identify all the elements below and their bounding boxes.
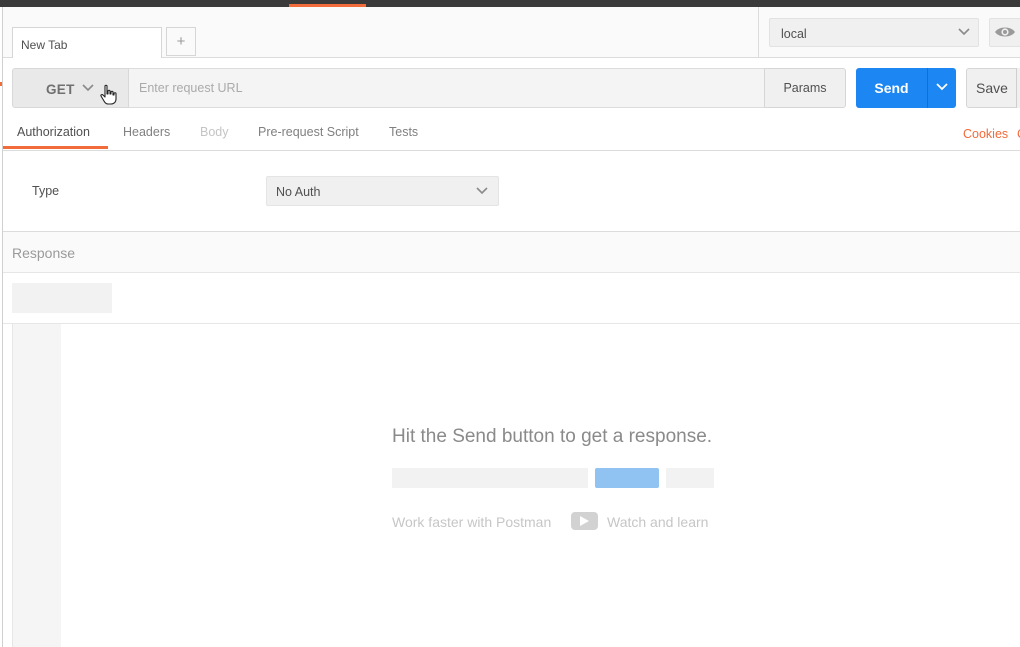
environment-quick-look-button[interactable] bbox=[989, 18, 1020, 47]
response-header: Response bbox=[3, 231, 1020, 273]
cookies-link[interactable]: Cookies bbox=[963, 127, 1008, 141]
empty-response-message: Hit the Send button to get a response. bbox=[392, 426, 713, 447]
chevron-down-icon bbox=[958, 28, 970, 36]
window-top-bar bbox=[0, 0, 1020, 7]
request-url-input[interactable] bbox=[129, 69, 764, 107]
hand-cursor-icon bbox=[100, 84, 117, 105]
save-button[interactable]: Save bbox=[966, 68, 1018, 108]
save-options-button[interactable] bbox=[1016, 68, 1020, 108]
response-title: Response bbox=[12, 245, 76, 261]
eye-icon bbox=[995, 27, 1015, 37]
sidebar-edge bbox=[2, 7, 3, 647]
response-line-gutter bbox=[12, 324, 61, 647]
add-tab-button[interactable]: + bbox=[166, 27, 196, 56]
skeleton-send-bar bbox=[595, 468, 659, 488]
tab-label: New Tab bbox=[21, 38, 68, 52]
tab-body[interactable]: Body bbox=[200, 125, 229, 139]
tab-new-tab[interactable]: New Tab bbox=[12, 27, 162, 58]
watch-and-learn-link[interactable]: Watch and learn bbox=[607, 514, 708, 530]
chevron-down-icon bbox=[936, 83, 948, 91]
active-tab-underline bbox=[3, 146, 108, 149]
auth-type-value: No Auth bbox=[276, 185, 321, 199]
promo-text: Work faster with Postman bbox=[392, 514, 552, 530]
auth-type-label: Type bbox=[32, 184, 60, 198]
play-video-icon[interactable] bbox=[571, 512, 598, 530]
send-button[interactable]: Send bbox=[856, 68, 927, 108]
request-url-field[interactable] bbox=[129, 68, 765, 108]
environment-select[interactable]: local bbox=[769, 18, 979, 47]
tab-headers[interactable]: Headers bbox=[123, 125, 170, 139]
skeleton-bar bbox=[666, 468, 714, 488]
response-divider bbox=[3, 323, 1020, 324]
tab-authorization[interactable]: Authorization bbox=[17, 125, 90, 139]
skeleton-bar bbox=[392, 468, 588, 488]
chevron-down-icon bbox=[82, 84, 94, 92]
params-button[interactable]: Params bbox=[764, 68, 846, 108]
chevron-down-icon bbox=[476, 187, 488, 195]
request-tabs: Authorization Headers Body Pre-request S… bbox=[3, 117, 1020, 151]
tab-pre-request-script[interactable]: Pre-request Script bbox=[258, 125, 359, 139]
send-options-button[interactable] bbox=[927, 68, 956, 108]
tab-tests[interactable]: Tests bbox=[389, 125, 418, 139]
auth-type-select[interactable]: No Auth bbox=[266, 176, 499, 206]
tab-strip: New Tab + bbox=[3, 7, 758, 58]
response-meta-placeholder bbox=[12, 283, 112, 313]
method-label: GET bbox=[46, 82, 75, 97]
environment-label: local bbox=[781, 27, 807, 41]
environment-bar: local bbox=[758, 7, 1020, 58]
sidebar-marker bbox=[0, 82, 2, 86]
